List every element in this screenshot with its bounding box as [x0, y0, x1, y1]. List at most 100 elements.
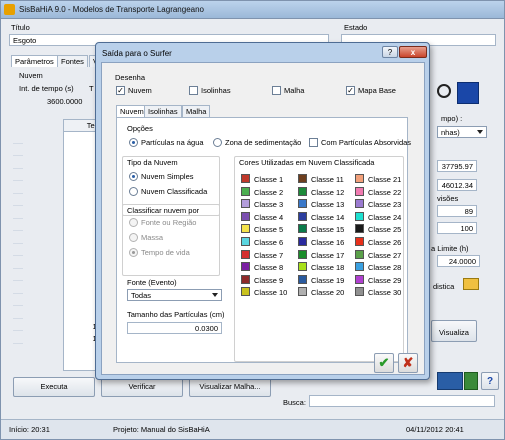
dialog-tabs: Nuvem Isolinhas Malha	[116, 105, 226, 117]
zona-sedimentacao-label: Zona de sedimentação	[225, 138, 302, 147]
status-bar: Início: 20:31 Projeto: Manual do SisBaHi…	[1, 419, 504, 439]
class-label: Classe 20	[311, 288, 345, 298]
class-color-swatch[interactable]	[298, 199, 307, 209]
class-color-swatch[interactable]	[355, 174, 364, 183]
tab-isolinhas[interactable]: Isolinhas	[144, 105, 182, 117]
desenha-malha-checkbox[interactable]	[272, 86, 281, 95]
fonte-evento-label: Fonte (Evento)	[127, 278, 177, 287]
row-markers	[13, 131, 23, 371]
class-color-swatch[interactable]	[298, 224, 307, 234]
dialog-close-button[interactable]: x	[399, 46, 427, 58]
class-label: Classe 6	[254, 238, 284, 247]
desenha-mapa-base-label: Mapa Base	[358, 86, 396, 95]
class-label: Classe 16	[311, 238, 345, 247]
tamanho-input[interactable]: 0.0300	[127, 322, 222, 334]
tab-nuvem[interactable]: Nuvem	[116, 105, 148, 117]
value-field-1[interactable]: 37795.97	[437, 160, 477, 172]
class-color-swatch[interactable]	[241, 224, 250, 234]
ok-button[interactable]: ✔	[374, 353, 394, 373]
estado-label: Estado	[344, 23, 368, 32]
limite-field[interactable]: 24.0000	[437, 255, 480, 267]
nuvem-classificada-label: Nuvem Classificada	[141, 187, 208, 196]
class-color-swatch[interactable]	[355, 199, 364, 209]
class-color-swatch[interactable]	[241, 211, 250, 221]
tab-fontes[interactable]: Fontes	[57, 55, 88, 67]
int-tempo-value: 3600.0000	[47, 97, 83, 106]
fonte-regiao-radio[interactable]	[129, 218, 138, 227]
fonte-regiao-label: Fonte ou Região	[141, 218, 197, 227]
class-label: Classe 19	[311, 275, 345, 285]
class-label: Classe 26	[368, 238, 402, 247]
search-icon[interactable]	[437, 84, 451, 98]
class-color-swatch[interactable]	[241, 249, 250, 259]
fonte-evento-select[interactable]: Todas	[127, 289, 222, 301]
exit-icon[interactable]	[464, 372, 478, 390]
class-label: Classe 8	[254, 263, 284, 273]
class-label: Classe 23	[368, 200, 402, 210]
massa-radio[interactable]	[129, 233, 138, 242]
class-color-swatch[interactable]	[241, 186, 250, 196]
class-color-swatch[interactable]	[241, 274, 250, 284]
class-label: Classe 15	[311, 225, 345, 235]
value-field-3[interactable]: 89	[437, 205, 477, 217]
nuvem-simples-radio[interactable]	[129, 172, 138, 181]
desenha-label: Desenha	[115, 73, 146, 82]
class-color-swatch[interactable]	[298, 287, 307, 297]
class-color-swatch[interactable]	[355, 249, 364, 259]
tamanho-label: Tamanho das Partículas (cm)	[127, 310, 225, 319]
nav-left-icon[interactable]	[437, 372, 463, 390]
class-color-swatch[interactable]	[355, 186, 364, 196]
class-color-swatch[interactable]	[355, 262, 364, 272]
desenha-isolinhas-checkbox[interactable]	[189, 86, 198, 95]
class-color-swatch[interactable]	[241, 199, 250, 209]
tempo-vida-label: Tempo de vida	[141, 248, 190, 257]
folder-icon[interactable]	[463, 278, 479, 290]
chevron-down-icon	[477, 130, 483, 134]
linhas-select[interactable]: nhas)	[437, 126, 487, 138]
class-color-swatch[interactable]	[355, 211, 364, 221]
class-color-swatch[interactable]	[355, 224, 364, 234]
executa-button[interactable]: Executa	[13, 377, 95, 397]
class-color-swatch[interactable]	[241, 237, 250, 246]
help-icon[interactable]: ?	[481, 372, 499, 390]
visualiza-button[interactable]: Visualiza	[431, 320, 477, 342]
particulas-agua-radio[interactable]	[129, 138, 138, 147]
nuvem-classificada-radio[interactable]	[129, 187, 138, 196]
class-color-swatch[interactable]	[241, 287, 250, 297]
desenha-nuvem-checkbox[interactable]: ✓	[116, 86, 125, 95]
busca-input[interactable]	[309, 395, 495, 407]
class-color-swatch[interactable]	[298, 186, 307, 196]
cores-label: Cores Utilizadas em Nuvem Classificada	[239, 158, 375, 167]
class-color-swatch[interactable]	[241, 174, 250, 183]
absorvidas-checkbox[interactable]	[309, 138, 318, 147]
zona-sedimentacao-radio[interactable]	[213, 138, 222, 147]
class-color-swatch[interactable]	[298, 237, 307, 246]
class-color-swatch[interactable]	[355, 287, 364, 297]
tab-malha[interactable]: Malha	[182, 105, 211, 117]
class-color-swatch[interactable]	[298, 249, 307, 259]
class-color-swatch[interactable]	[298, 174, 307, 183]
class-color-swatch[interactable]	[241, 262, 250, 272]
visualizar-malha-button[interactable]: Visualizar Malha...	[189, 377, 271, 397]
class-color-swatch[interactable]	[298, 211, 307, 221]
class-color-swatch[interactable]	[298, 274, 307, 284]
verificar-button[interactable]: Verificar	[101, 377, 183, 397]
nuvem-tab-panel: Opções Partículas na água Zona de sedime…	[116, 117, 411, 363]
classificar-label: Classificar nuvem por	[127, 206, 200, 215]
app-icon	[4, 4, 15, 15]
titulo-label: Título	[11, 23, 30, 32]
desenha-mapa-base-checkbox[interactable]: ✓	[346, 86, 355, 95]
tempo-vida-radio[interactable]	[129, 248, 138, 257]
class-color-swatch[interactable]	[298, 262, 307, 272]
tab-parametros[interactable]: Parâmetros	[11, 55, 58, 67]
class-label: Classe 28	[368, 263, 402, 273]
value-field-4[interactable]: 100	[437, 222, 477, 234]
class-color-swatch[interactable]	[355, 274, 364, 284]
dialog-help-button[interactable]: ?	[382, 46, 398, 58]
value-field-2[interactable]: 46012.34	[437, 179, 477, 191]
class-color-swatch[interactable]	[355, 237, 364, 246]
class-label: Classe 9	[254, 275, 284, 285]
t-label: T	[89, 84, 94, 93]
cancel-button[interactable]: ✘	[398, 353, 418, 373]
massa-label: Massa	[141, 233, 164, 242]
